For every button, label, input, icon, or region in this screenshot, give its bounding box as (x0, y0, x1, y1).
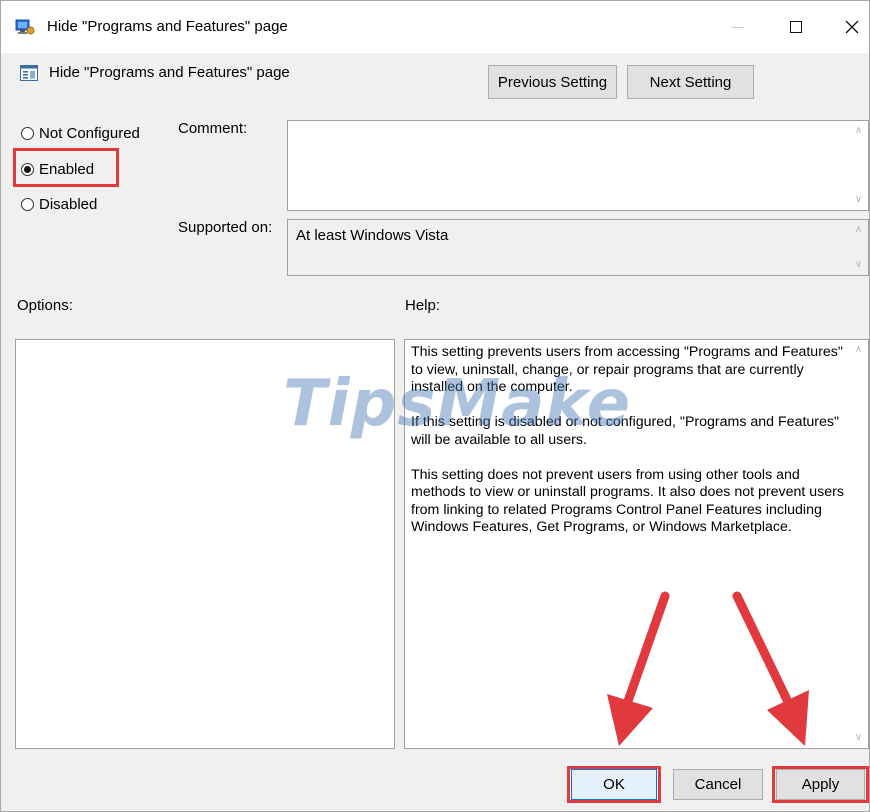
options-label: Options: (17, 297, 73, 314)
radio-button-unchecked[interactable] (21, 198, 34, 211)
help-label: Help: (405, 297, 441, 314)
help-text: This setting prevents users from accessi… (411, 344, 849, 554)
scroll-down-arrow-icon[interactable]: ∨ (853, 732, 864, 743)
policy-setting-icon (20, 65, 38, 81)
scroll-up-arrow-icon[interactable]: ∧ (853, 344, 864, 355)
comment-label: Comment: (178, 120, 248, 137)
group-policy-setting-icon (15, 19, 35, 35)
radio-label: Enabled (39, 161, 95, 178)
next-setting-button[interactable]: Next Setting (627, 65, 754, 99)
radio-button-unchecked[interactable] (21, 127, 34, 140)
scroll-down-arrow-icon[interactable]: ∨ (853, 259, 864, 270)
options-panel (15, 339, 395, 749)
radio-label: Not Configured (39, 125, 140, 142)
radio-disabled[interactable]: Disabled (21, 196, 97, 213)
comment-textarea[interactable]: ∧ ∨ (287, 120, 869, 211)
help-panel[interactable]: This setting prevents users from accessi… (404, 339, 869, 749)
scroll-down-arrow-icon[interactable]: ∨ (853, 194, 864, 205)
scroll-up-arrow-icon[interactable]: ∧ (853, 224, 864, 235)
policy-setting-window: Hide "Programs and Features" page Hide "… (0, 0, 870, 812)
maximize-button[interactable] (771, 1, 821, 53)
supported-on-label: Supported on: (178, 219, 273, 236)
close-button[interactable] (827, 1, 870, 53)
help-paragraph: This setting does not prevent users from… (411, 466, 844, 536)
window-title: Hide "Programs and Features" page (47, 18, 288, 35)
setting-name: Hide "Programs and Features" page (49, 64, 290, 81)
close-icon (845, 20, 859, 34)
scroll-up-arrow-icon[interactable]: ∧ (853, 125, 864, 136)
supported-on-value: At least Windows Vista (296, 227, 449, 244)
previous-setting-button[interactable]: Previous Setting (488, 65, 617, 99)
radio-enabled[interactable]: Enabled (21, 161, 94, 178)
cancel-button[interactable]: Cancel (673, 769, 763, 800)
maximize-icon (790, 21, 802, 33)
help-paragraph: This setting prevents users from accessi… (411, 344, 843, 395)
ok-button[interactable]: OK (571, 769, 657, 800)
title-bar[interactable]: Hide "Programs and Features" page (1, 1, 869, 53)
help-paragraph: If this setting is disabled or not confi… (411, 414, 840, 448)
supported-on-field: At least Windows Vista ∧ ∨ (287, 219, 869, 276)
radio-button-checked[interactable] (21, 163, 34, 176)
radio-label: Disabled (39, 196, 98, 213)
minimize-button[interactable] (713, 1, 763, 53)
radio-not-configured[interactable]: Not Configured (21, 125, 140, 142)
apply-button[interactable]: Apply (776, 769, 865, 800)
minimize-icon (732, 26, 744, 28)
